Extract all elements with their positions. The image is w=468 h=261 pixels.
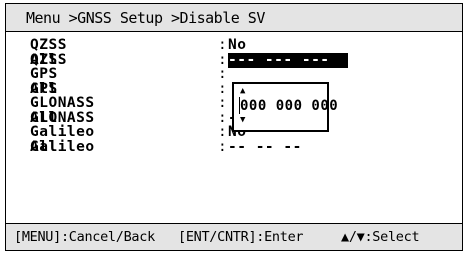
setting-separator: : — [218, 109, 227, 126]
setting-value: No — [228, 37, 247, 53]
setting-value-highlighted: --- --- --- — [228, 52, 348, 68]
enter-hint: [ENT/CNTR]:Enter — [178, 229, 304, 245]
setting-separator: : — [218, 124, 227, 140]
setting-separator: : — [218, 37, 227, 53]
triangle-down-icon[interactable]: ▼ — [240, 115, 245, 125]
setting-separator: : — [218, 51, 227, 68]
breadcrumb: Menu >GNSS Setup >Disable SV — [6, 4, 462, 32]
setting-separator: : — [218, 138, 227, 155]
triangle-up-icon[interactable]: ▲ — [240, 86, 245, 96]
setting-label: GLONASS — [30, 109, 95, 126]
select-hint: ▲/▼:Select — [341, 229, 420, 245]
cancel-back-hint: [MENU]:Cancel/Back — [14, 229, 155, 245]
setting-label: Galileo — [30, 138, 95, 155]
setting-label: QZSS — [30, 51, 67, 68]
setting-value: -- -- -- — [228, 138, 302, 155]
setting-label: GPS — [30, 80, 58, 97]
editor-value-field[interactable]: 000 000 000 — [240, 98, 338, 114]
setting-separator: : — [218, 95, 227, 111]
display-screen: Menu >GNSS Setup >Disable SV QZSS All : … — [5, 3, 463, 251]
setting-separator: : — [218, 80, 227, 97]
value-editor-popup[interactable]: ▲ 000 000 000 ▼ — [232, 82, 338, 132]
setting-separator: : — [218, 66, 227, 82]
key-hint-bar: [MENU]:Cancel/Back [ENT/CNTR]:Enter ▲/▼:… — [6, 223, 462, 250]
